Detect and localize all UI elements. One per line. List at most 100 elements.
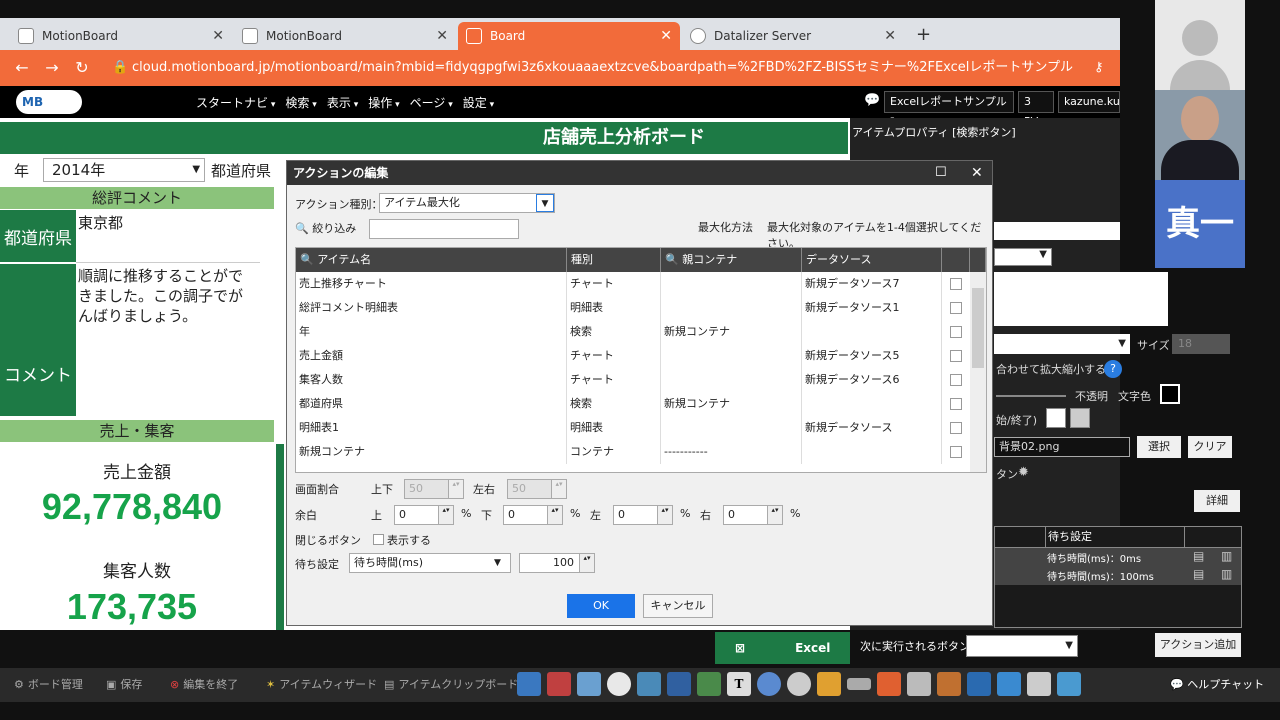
chevron-down-icon[interactable]: ▼ xyxy=(536,194,554,212)
detail-button[interactable]: 詳細 xyxy=(1194,490,1240,512)
row-checkbox[interactable] xyxy=(950,398,962,410)
user-name[interactable]: kazune.kurih xyxy=(1058,91,1120,113)
select-button[interactable]: 選択 xyxy=(1137,436,1181,458)
opacity-slider[interactable] xyxy=(996,395,1066,397)
key-icon[interactable]: ⚷ xyxy=(1094,60,1104,75)
browser-tab[interactable]: MotionBoard ✕ xyxy=(10,22,232,50)
column-header-source[interactable]: データソース xyxy=(802,248,942,272)
help-chat-button[interactable]: 💬 ヘルプチャット xyxy=(1162,674,1272,696)
wait-type-select[interactable]: 待ち時間(ms) ▼ xyxy=(349,553,511,573)
document-icon[interactable] xyxy=(967,672,991,696)
edit-icon[interactable]: ▤ xyxy=(1193,567,1204,581)
board-manage-button[interactable]: ⚙ ボード管理 xyxy=(14,676,83,692)
layout-icon[interactable] xyxy=(517,672,541,696)
menu-start-navi[interactable]: スタートナビ xyxy=(196,94,275,111)
size-stepper[interactable]: 18 xyxy=(1172,334,1230,354)
table-row[interactable]: 待ち時間(ms)：0ms ▤ ▥ xyxy=(995,547,1241,566)
close-icon[interactable]: ✕ xyxy=(212,28,224,44)
item-clipboard-button[interactable]: ▤ アイテムクリップボード xyxy=(384,676,518,692)
comment-icon[interactable] xyxy=(787,672,811,696)
folder-icon[interactable] xyxy=(817,672,841,696)
row-checkbox[interactable] xyxy=(950,302,962,314)
bottom-stepper[interactable]: 0 xyxy=(503,505,563,525)
cube-icon[interactable] xyxy=(997,672,1021,696)
input-icon[interactable] xyxy=(847,678,871,690)
chat-icon[interactable]: 💬 xyxy=(864,93,880,108)
chart-icon[interactable] xyxy=(547,672,571,696)
close-icon[interactable]: ✕ xyxy=(971,161,983,185)
row-checkbox[interactable] xyxy=(950,422,962,434)
back-icon[interactable]: ← xyxy=(12,58,32,78)
table-row[interactable]: 年検索 新規コンテナ xyxy=(296,320,986,344)
maximize-icon[interactable]: ☐ xyxy=(935,161,947,185)
reload-icon[interactable]: ↻ xyxy=(72,58,92,78)
text-color-swatch[interactable] xyxy=(1160,384,1180,404)
show-close-checkbox[interactable] xyxy=(373,534,384,545)
puzzle-icon[interactable] xyxy=(1057,672,1081,696)
table-row[interactable]: 集客人数 チャート 新規データソース6 xyxy=(296,368,986,392)
row-checkbox[interactable] xyxy=(950,278,962,290)
menu-page[interactable]: ページ xyxy=(410,94,453,111)
link-icon[interactable] xyxy=(757,672,781,696)
right-stepper[interactable]: 0 xyxy=(723,505,783,525)
menu-settings[interactable]: 設定 xyxy=(463,94,494,111)
row-checkbox[interactable] xyxy=(950,374,962,386)
table-row[interactable]: 明細表1 明細表 新規データソース xyxy=(296,416,986,440)
row-checkbox[interactable] xyxy=(950,350,962,362)
forward-icon[interactable]: → xyxy=(42,58,62,78)
column-header-parent[interactable]: 🔍 親コンテナ xyxy=(661,248,802,272)
bg-color-swatch[interactable] xyxy=(1046,408,1066,428)
menu-icon[interactable] xyxy=(907,672,931,696)
wait-ms-stepper[interactable]: 100 xyxy=(519,553,595,573)
bg-file-field[interactable]: 背景02.png xyxy=(994,437,1130,457)
gear-icon[interactable]: ✹ xyxy=(1018,465,1029,480)
property-input[interactable] xyxy=(994,222,1120,240)
clock-icon[interactable] xyxy=(607,672,631,696)
row-checkbox[interactable] xyxy=(950,446,962,458)
table-row[interactable]: 都道府県 検索 新規コンテナ xyxy=(296,392,986,416)
font-select[interactable]: ▼ xyxy=(994,334,1130,354)
column-header-name[interactable]: 🔍 アイテム名 xyxy=(296,248,567,272)
action-type-select[interactable]: アイテム最大化 ▼ xyxy=(379,193,555,213)
filter-input[interactable] xyxy=(369,219,519,239)
table-row[interactable]: 待ち時間(ms)：100ms ▤ ▥ xyxy=(995,566,1241,585)
table-row[interactable]: 売上金額 チャート 新規データソース5 xyxy=(296,344,986,368)
left-stepper[interactable]: 0 xyxy=(613,505,673,525)
table-row[interactable]: 新規コンテナ コンテナ ----------- xyxy=(296,440,986,464)
trash-icon[interactable]: ▥ xyxy=(1221,549,1232,563)
menu-operation[interactable]: 操作 xyxy=(368,94,399,111)
help-icon[interactable]: ? xyxy=(1104,360,1122,378)
end-edit-button[interactable]: ⊗ 編集を終了 xyxy=(170,676,238,692)
table-row[interactable]: 総評コメント明細表 明細表 新規データソース1 xyxy=(296,296,986,320)
trash-icon[interactable]: ▥ xyxy=(1221,567,1232,581)
calendar-icon[interactable] xyxy=(937,672,961,696)
new-tab-icon[interactable]: + xyxy=(916,24,931,45)
property-select[interactable]: ▼ xyxy=(994,248,1052,266)
text-icon[interactable]: T xyxy=(727,672,751,696)
abc-icon[interactable] xyxy=(1027,672,1051,696)
board-name-field[interactable]: Excelレポートサンプル ↻ xyxy=(884,91,1014,128)
shapes-icon[interactable] xyxy=(877,672,901,696)
ok-button[interactable]: OK xyxy=(567,594,635,618)
ud-stepper[interactable]: 50 xyxy=(404,479,464,499)
menu-view[interactable]: 表示 xyxy=(327,94,358,111)
map-icon[interactable] xyxy=(697,672,721,696)
cancel-button[interactable]: キャンセル xyxy=(643,594,713,618)
column-header-type[interactable]: 種別 xyxy=(567,248,661,272)
clear-button[interactable]: クリア xyxy=(1188,436,1232,458)
image-icon[interactable] xyxy=(637,672,661,696)
network-icon[interactable] xyxy=(667,672,691,696)
table-icon[interactable] xyxy=(577,672,601,696)
url-field[interactable]: 🔒 cloud.motionboard.jp/motionboard/main?m… xyxy=(102,55,1120,81)
property-textarea[interactable] xyxy=(994,272,1168,326)
bg-color-swatch[interactable] xyxy=(1070,408,1090,428)
excel-button[interactable]: ⊠ Excel xyxy=(715,632,850,664)
lr-stepper[interactable]: 50 xyxy=(507,479,567,499)
browser-tab[interactable]: MotionBoard ✕ xyxy=(234,22,456,50)
browser-tab-active[interactable]: Board ✕ xyxy=(458,22,680,50)
browser-tab[interactable]: Datalizer Server ✕ xyxy=(682,22,904,50)
add-action-button[interactable]: アクション追加 xyxy=(1155,633,1241,657)
top-stepper[interactable]: 0 xyxy=(394,505,454,525)
next-button-select[interactable]: ▼ xyxy=(966,635,1078,657)
close-icon[interactable]: ✕ xyxy=(884,28,896,44)
